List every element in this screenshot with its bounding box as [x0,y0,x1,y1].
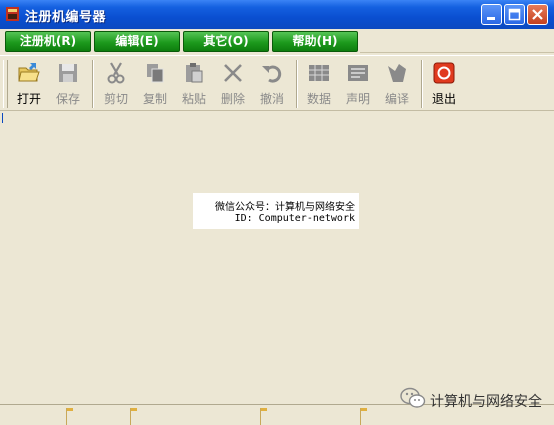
watermark-line-1: 微信公众号：计算机与网络安全 [215,202,355,213]
watermark-box: 微信公众号：计算机与网络安全 ID: Computer-network [193,193,359,229]
status-segment [360,408,367,425]
copy-icon [147,64,164,83]
toolbar-separator [92,60,94,108]
save-disk-icon [59,64,77,82]
undo-label: 撤消 [259,92,284,106]
power-exit-icon [433,62,455,84]
data-label: 数据 [306,92,331,106]
status-segment [66,408,73,425]
copy-button[interactable]: 复制 [137,58,173,108]
wechat-account-name: 计算机与网络安全 [430,394,542,410]
wechat-icon [400,387,426,408]
cut-label: 剪切 [103,92,128,106]
open-folder-icon [18,63,40,82]
exit-button[interactable]: 退出 [426,58,462,108]
undo-arrow-icon [262,65,282,83]
menu-help[interactable]: 帮助(H) [272,31,358,52]
save-button[interactable]: 保存 [50,58,86,108]
exit-label: 退出 [431,92,456,106]
delete-label: 删除 [220,92,245,106]
paste-clipboard-icon [186,63,203,83]
statement-button[interactable]: 声明 [340,58,376,108]
undo-button[interactable]: 撤消 [254,58,290,108]
toolbar-separator [421,60,423,108]
watermark-line-2: ID: Computer-network [234,213,355,224]
menu-edit[interactable]: 编辑(E) [94,31,180,52]
minimize-icon [487,17,495,20]
main-content-area[interactable] [1,111,553,404]
close-button[interactable] [527,4,548,25]
text-caret [2,113,3,123]
delete-button[interactable]: 删除 [215,58,251,108]
close-icon [532,9,543,20]
cut-button[interactable]: 剪切 [98,58,134,108]
copy-label: 复制 [142,92,167,106]
maximize-button[interactable] [504,4,525,25]
minimize-button[interactable] [481,4,502,25]
toolbar-separator [296,60,298,108]
paste-label: 粘贴 [181,92,206,106]
delete-x-icon [224,64,242,82]
statement-label: 声明 [345,92,370,106]
toolbar: 打开 保存 剪切 复制 粘贴 删除 撤消 数据 声明 编译 退出 [0,55,554,111]
paste-button[interactable]: 粘贴 [176,58,212,108]
save-label: 保存 [55,92,80,106]
compile-label: 编译 [384,92,409,106]
status-segment [260,408,267,425]
toolbar-grip[interactable] [3,60,8,108]
open-button[interactable]: 打开 [11,58,47,108]
compile-button[interactable]: 编译 [379,58,415,108]
maximize-icon [508,8,521,21]
menu-other[interactable]: 其它(O) [183,31,269,52]
menu-register[interactable]: 注册机(R) [5,31,91,52]
app-window: 注册机编号器 注册机(R) 编辑(E) 其它(O) 帮助(H) 打开 保存 剪切… [0,0,554,425]
menu-bar-fill [360,31,554,53]
window-title: 注册机编号器 [25,10,107,25]
data-grid-icon [309,65,329,81]
app-icon [6,7,19,21]
compile-icon [388,64,406,82]
title-bar[interactable]: 注册机编号器 [0,0,554,29]
data-button[interactable]: 数据 [301,58,337,108]
open-label: 打开 [16,92,41,106]
statement-document-icon [348,65,368,81]
menu-bar: 注册机(R) 编辑(E) 其它(O) 帮助(H) [0,29,554,55]
status-segment [130,408,137,425]
scissors-icon [107,62,125,84]
